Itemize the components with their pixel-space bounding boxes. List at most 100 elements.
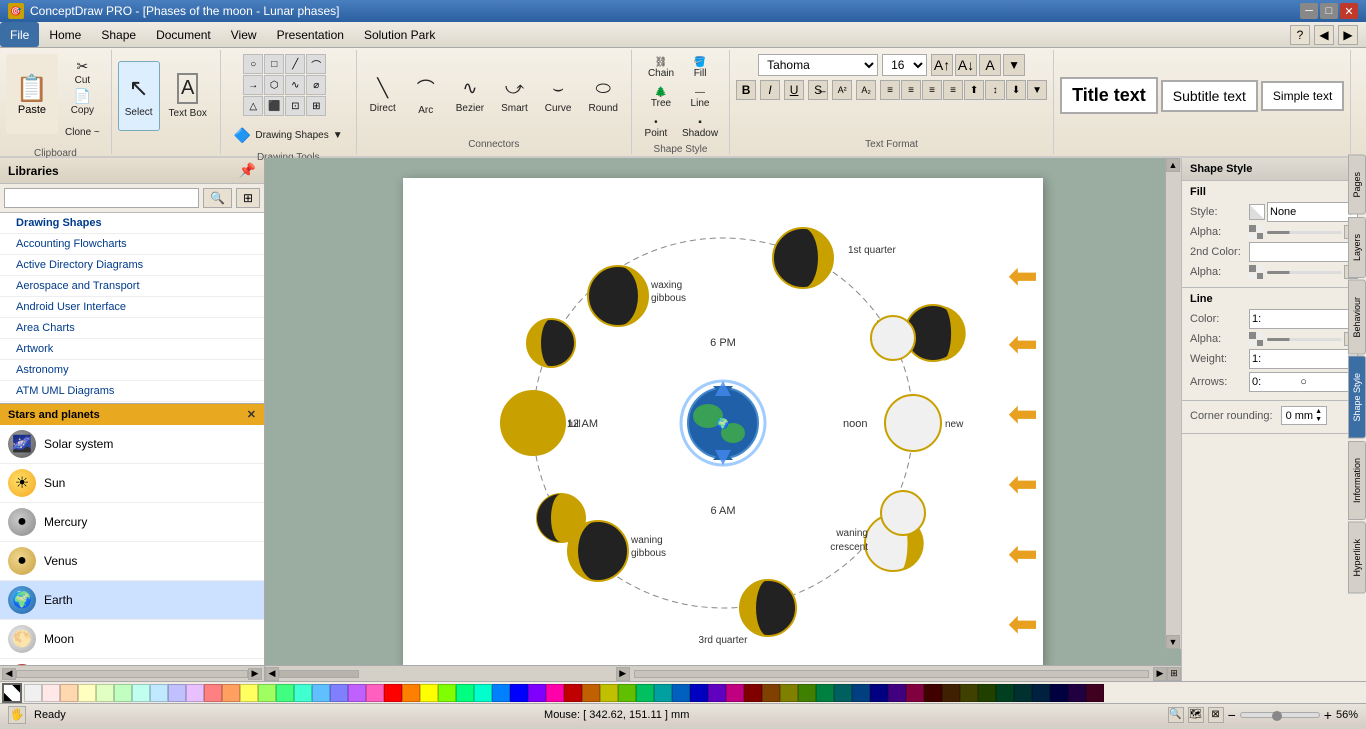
color-swatch[interactable] [240, 684, 258, 702]
color-swatch[interactable] [42, 684, 60, 702]
help-btn[interactable]: ? [1290, 25, 1310, 45]
star-item-venus[interactable]: ● Venus [0, 542, 264, 581]
color-swatch[interactable] [366, 684, 384, 702]
diagram-page[interactable]: 🌍 6 PM noon 6 AM 12 AM [403, 178, 1043, 665]
zoom-thumb[interactable] [1272, 711, 1282, 721]
color-swatch[interactable] [474, 684, 492, 702]
color-swatch[interactable] [1086, 684, 1104, 702]
color-swatch[interactable] [150, 684, 168, 702]
shape-more2[interactable]: ⌀ [306, 75, 326, 95]
color-swatch[interactable] [582, 684, 600, 702]
color-swatch[interactable] [564, 684, 582, 702]
shape-arrow[interactable]: → [243, 75, 263, 95]
shape-more1[interactable]: ∿ [285, 75, 305, 95]
color-swatch[interactable] [186, 684, 204, 702]
zoom-in-btn[interactable]: + [1324, 707, 1332, 723]
smart-connector[interactable]: ⤻ Smart [494, 61, 535, 131]
color-swatch[interactable] [222, 684, 240, 702]
menu-home[interactable]: Home [39, 22, 91, 47]
color-swatch[interactable] [1050, 684, 1068, 702]
scroll-right-btn[interactable]: ▶ [616, 667, 630, 681]
style-control[interactable]: None ▼ [1267, 202, 1358, 222]
color-swatch[interactable] [960, 684, 978, 702]
color-swatch[interactable] [420, 684, 438, 702]
menu-file[interactable]: File [0, 22, 39, 47]
curve-connector[interactable]: ⌣ Curve [538, 61, 579, 131]
color-swatch[interactable] [60, 684, 78, 702]
alpha3-slider[interactable] [1267, 338, 1342, 341]
lib-item-atm[interactable]: ATM UML Diagrams [0, 381, 264, 402]
align-top-btn[interactable]: ⬆ [964, 80, 984, 100]
title-style-btn[interactable]: Title text [1060, 77, 1158, 114]
color-swatch[interactable] [384, 684, 402, 702]
vtab-information[interactable]: Information [1348, 441, 1366, 520]
lib-scrollbar[interactable]: ◀ ▶ [0, 665, 264, 681]
color-swatch[interactable] [690, 684, 708, 702]
zoom-slider[interactable] [1240, 712, 1320, 718]
align-left-btn[interactable]: ≡ [880, 80, 900, 100]
color-swatch[interactable] [348, 684, 366, 702]
star-item-sun[interactable]: ☀ Sun [0, 464, 264, 503]
shape-arc[interactable]: ⌒ [306, 54, 326, 74]
color-swatch[interactable] [276, 684, 294, 702]
back-btn[interactable]: ◀ [1314, 25, 1334, 45]
line-btn[interactable]: — Line [682, 84, 718, 112]
color-swatch[interactable] [870, 684, 888, 702]
color-swatch[interactable] [636, 684, 654, 702]
fill-btn[interactable]: 🪣 Fill [682, 54, 718, 82]
shape-more6[interactable]: ⊞ [306, 96, 326, 116]
lib-item-active-directory[interactable]: Active Directory Diagrams [0, 255, 264, 276]
color-swatch[interactable] [492, 684, 510, 702]
shape-poly[interactable]: ⬡ [264, 75, 284, 95]
color-swatch[interactable] [744, 684, 762, 702]
underline-btn[interactable]: U [784, 80, 804, 100]
lib-item-artwork[interactable]: Artwork [0, 339, 264, 360]
color-swatch[interactable] [852, 684, 870, 702]
align-justify-btn[interactable]: ≡ [943, 80, 963, 100]
color-swatch[interactable] [672, 684, 690, 702]
h-scrollbar[interactable]: ◀ ▶ ▶ ⊞ [265, 665, 1181, 681]
arrows-control[interactable]: 0: ○ ▼ [1249, 372, 1358, 392]
color-swatch[interactable] [312, 684, 330, 702]
lib-item-area-charts[interactable]: Area Charts [0, 318, 264, 339]
text-more-btn[interactable]: ▼ [1027, 80, 1047, 100]
lib-item-accounting[interactable]: Accounting Flowcharts [0, 234, 264, 255]
font-grow-btn[interactable]: A↑ [931, 54, 953, 76]
direct-connector[interactable]: ╲ Direct [363, 61, 403, 131]
zoom-icon2[interactable]: 🗺 [1188, 707, 1204, 723]
chain-btn[interactable]: ⛓ Chain [643, 54, 679, 82]
h-scroll-thumb[interactable] [279, 670, 359, 678]
corner-down[interactable]: ▼ [1315, 416, 1322, 423]
alpha1-slider[interactable] [1267, 231, 1342, 234]
font-family-select[interactable]: Tahoma [758, 54, 878, 76]
font-more-btn[interactable]: ▼ [1003, 54, 1025, 76]
library-view-btn[interactable]: ⊞ [236, 188, 260, 208]
bezier-connector[interactable]: ∿ Bezier [449, 61, 491, 131]
font-size-select[interactable]: 16 [882, 54, 927, 76]
scroll-left-btn[interactable]: ◀ [265, 667, 279, 681]
menu-presentation[interactable]: Presentation [267, 22, 354, 47]
shape-more5[interactable]: ⊡ [285, 96, 305, 116]
copy-button[interactable]: 📄 Copy [60, 88, 105, 116]
star-item-earth[interactable]: 🌍 Earth [0, 581, 264, 620]
corner-up[interactable]: ▲ [1315, 408, 1322, 415]
color-swatch[interactable] [996, 684, 1014, 702]
no-fill-swatch[interactable] [2, 683, 22, 703]
lib-item-aerospace[interactable]: Aerospace and Transport [0, 276, 264, 297]
point-btn[interactable]: • Point [638, 114, 674, 142]
color-swatch[interactable] [924, 684, 942, 702]
clone-button[interactable]: Clone ~ [60, 118, 105, 146]
shape-oval[interactable]: ○ [243, 54, 263, 74]
menu-solution-park[interactable]: Solution Park [354, 22, 445, 47]
textbox-button[interactable]: A Text Box [162, 61, 214, 131]
bold-btn[interactable]: B [736, 80, 756, 100]
align-bottom-btn[interactable]: ⬇ [1006, 80, 1026, 100]
align-right-btn[interactable]: ≡ [922, 80, 942, 100]
star-item-mercury[interactable]: ● Mercury [0, 503, 264, 542]
color-swatch[interactable] [438, 684, 456, 702]
drawing-shapes-dropdown[interactable]: 🔷 Drawing Shapes ▼ [227, 120, 350, 150]
color-swatch[interactable] [24, 684, 42, 702]
color-swatch[interactable] [798, 684, 816, 702]
color-swatch[interactable] [1068, 684, 1086, 702]
color-swatch[interactable] [330, 684, 348, 702]
